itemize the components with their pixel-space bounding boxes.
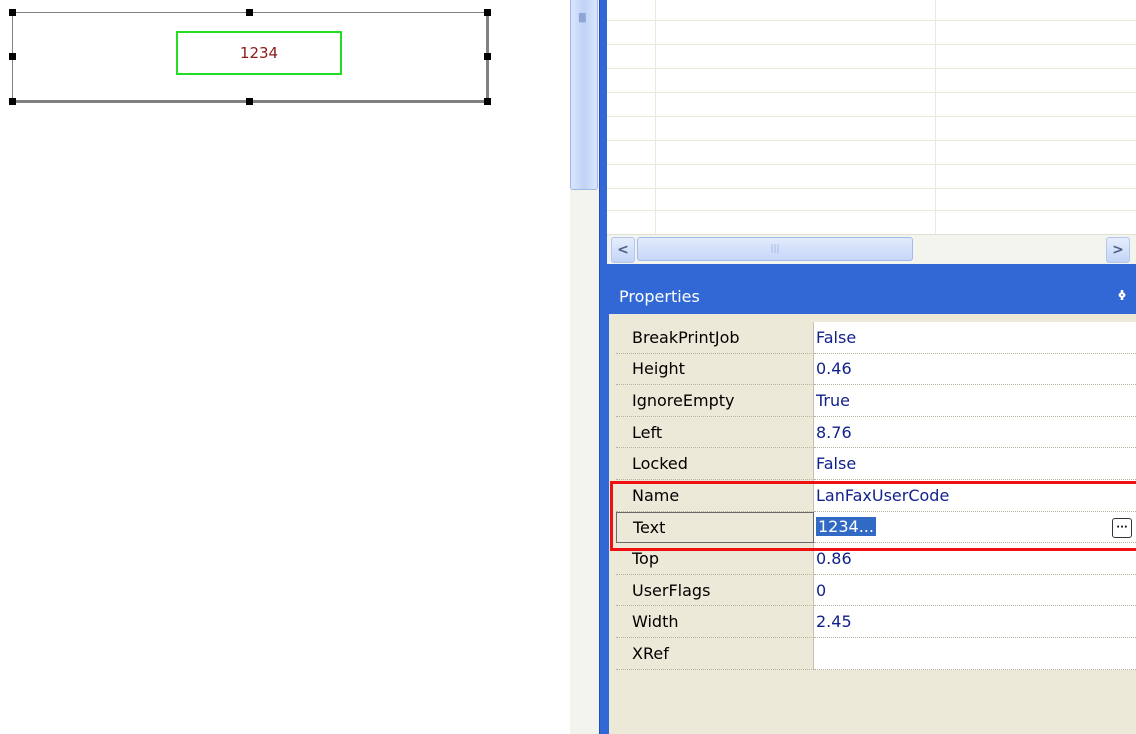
resize-handle-left[interactable]: [9, 53, 16, 60]
resize-handle-top[interactable]: [246, 9, 253, 16]
pin-icon[interactable]: ߦ: [1118, 288, 1126, 304]
property-name: Height: [616, 353, 814, 386]
property-value[interactable]: True: [814, 385, 1136, 417]
property-value[interactable]: 0: [814, 574, 1136, 607]
chevron-left-icon: <: [617, 242, 629, 258]
annotation-highlight-box: [610, 481, 1136, 551]
property-value[interactable]: False: [814, 448, 1136, 480]
property-row-breakprintjob[interactable]: BreakPrintJob False: [616, 322, 1136, 354]
property-value[interactable]: 8.76: [814, 416, 1136, 449]
property-row-left[interactable]: Left 8.76: [616, 416, 1136, 449]
grip-icon: ▬ ▬ ▬: [578, 10, 587, 26]
resize-handle-bottom[interactable]: [246, 98, 253, 105]
property-row-ignoreempty[interactable]: IgnoreEmpty True: [616, 385, 1136, 417]
resize-handle-bottom-left[interactable]: [9, 98, 16, 105]
text-field-element[interactable]: 1234: [176, 31, 342, 75]
property-name: UserFlags: [616, 574, 814, 607]
property-row-height[interactable]: Height 0.46: [616, 353, 1136, 386]
property-row-userflags[interactable]: UserFlags 0: [616, 574, 1136, 607]
property-name: Locked: [616, 448, 814, 480]
properties-title: Properties: [619, 286, 700, 306]
report-design-canvas[interactable]: 1234: [0, 0, 570, 734]
panel-separator: [607, 264, 1136, 278]
properties-title-bar: Properties ߦ: [607, 278, 1136, 314]
scroll-right-button[interactable]: >: [1106, 237, 1130, 263]
property-name: BreakPrintJob: [616, 322, 814, 354]
property-value[interactable]: 0.46: [814, 353, 1136, 386]
property-value[interactable]: 2.45: [814, 606, 1136, 638]
field-text: 1234: [239, 44, 279, 62]
scroll-left-button[interactable]: <: [611, 237, 635, 263]
property-value[interactable]: False: [814, 322, 1136, 354]
property-name: Width: [616, 606, 814, 638]
vertical-scroll-thumb[interactable]: [570, 0, 598, 190]
horizontal-scroll-thumb[interactable]: |||: [637, 237, 913, 261]
property-row-xref[interactable]: XRef: [616, 637, 1136, 670]
grip-icon: |||: [770, 244, 780, 254]
property-row-width[interactable]: Width 2.45: [616, 606, 1136, 638]
property-row-locked[interactable]: Locked False: [616, 448, 1136, 480]
property-name: XRef: [616, 637, 814, 670]
property-value[interactable]: [814, 637, 1136, 670]
resize-handle-top-left[interactable]: [9, 9, 16, 16]
resize-handle-right[interactable]: [484, 53, 491, 60]
resize-handle-top-right[interactable]: [484, 9, 491, 16]
data-grid[interactable]: [607, 0, 1136, 234]
property-name: Left: [616, 416, 814, 449]
property-name: IgnoreEmpty: [616, 385, 814, 417]
horizontal-scrollbar[interactable]: < ||| >: [607, 234, 1136, 265]
chevron-right-icon: >: [1112, 242, 1124, 258]
resize-handle-bottom-right[interactable]: [484, 98, 491, 105]
